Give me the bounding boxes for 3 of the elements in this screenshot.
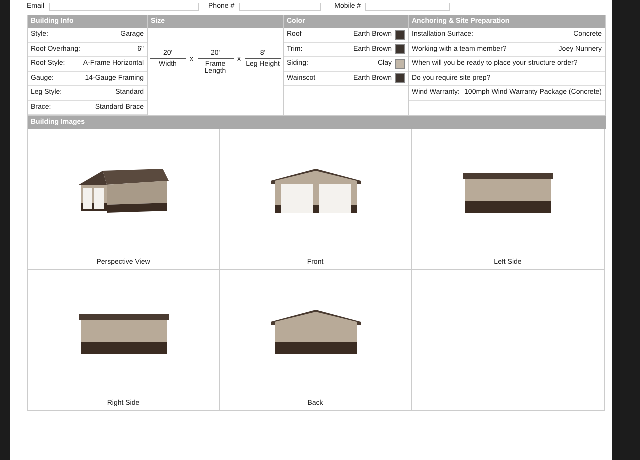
input-field[interactable] — [238, 2, 321, 10]
input-field[interactable] — [365, 2, 450, 10]
input-field[interactable] — [48, 2, 199, 10]
